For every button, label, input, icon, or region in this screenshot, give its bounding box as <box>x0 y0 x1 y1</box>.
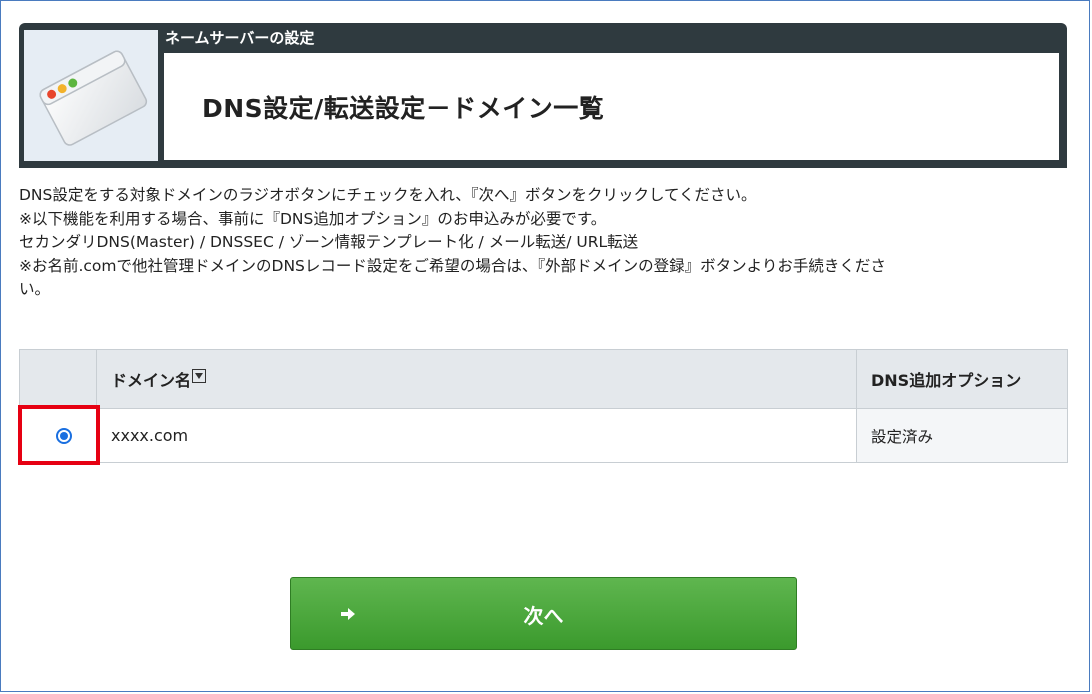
page-title: DNS設定/転送設定－ドメイン一覧 <box>202 94 605 123</box>
domain-column-header[interactable]: ドメイン名 <box>96 349 857 409</box>
next-button[interactable]: 次へ <box>290 577 797 650</box>
domain-table: ドメイン名 DNS追加オプション xxxx.com 設定済み <box>19 349 1068 463</box>
header-panel: ネームサーバーの設定 DNS設定/転送設定－ドメイン一覧 <box>19 23 1067 168</box>
browser-window-icon <box>39 50 148 146</box>
option-cell: 設定済み <box>856 408 1068 463</box>
option-column-header: DNS追加オプション <box>856 349 1068 409</box>
select-column-header <box>19 349 97 409</box>
instruction-line: ※お名前.comで他社管理ドメインのDNSレコード設定をご希望の場合は、『外部ド… <box>19 256 886 275</box>
instruction-line: ※以下機能を利用する場合、事前に『DNS追加オプション』のお申込みが必要です。 <box>19 209 607 228</box>
domain-cell: xxxx.com <box>96 408 857 463</box>
table-header-row: ドメイン名 DNS追加オプション <box>19 349 1068 409</box>
title-box: DNS設定/転送設定－ドメイン一覧 <box>164 53 1059 160</box>
sort-down-icon[interactable] <box>192 369 207 383</box>
instruction-line: DNS設定をする対象ドメインのラジオボタンにチェックを入れ、『次へ』ボタンをクリ… <box>19 186 757 204</box>
app-icon-box <box>24 30 158 161</box>
table-row: xxxx.com 設定済み <box>19 408 1068 463</box>
section-label: ネームサーバーの設定 <box>165 29 315 47</box>
highlight-box <box>18 405 100 465</box>
instructions: DNS設定をする対象ドメインのラジオボタンにチェックを入れ、『次へ』ボタンをクリ… <box>19 184 1079 302</box>
instruction-line: い。 <box>19 280 51 298</box>
instruction-line: セカンダリDNS(Master) / DNSSEC / ゾーン情報テンプレート化… <box>19 233 639 251</box>
domain-column-label: ドメイン名 <box>111 371 192 390</box>
next-button-label: 次へ <box>523 604 564 628</box>
